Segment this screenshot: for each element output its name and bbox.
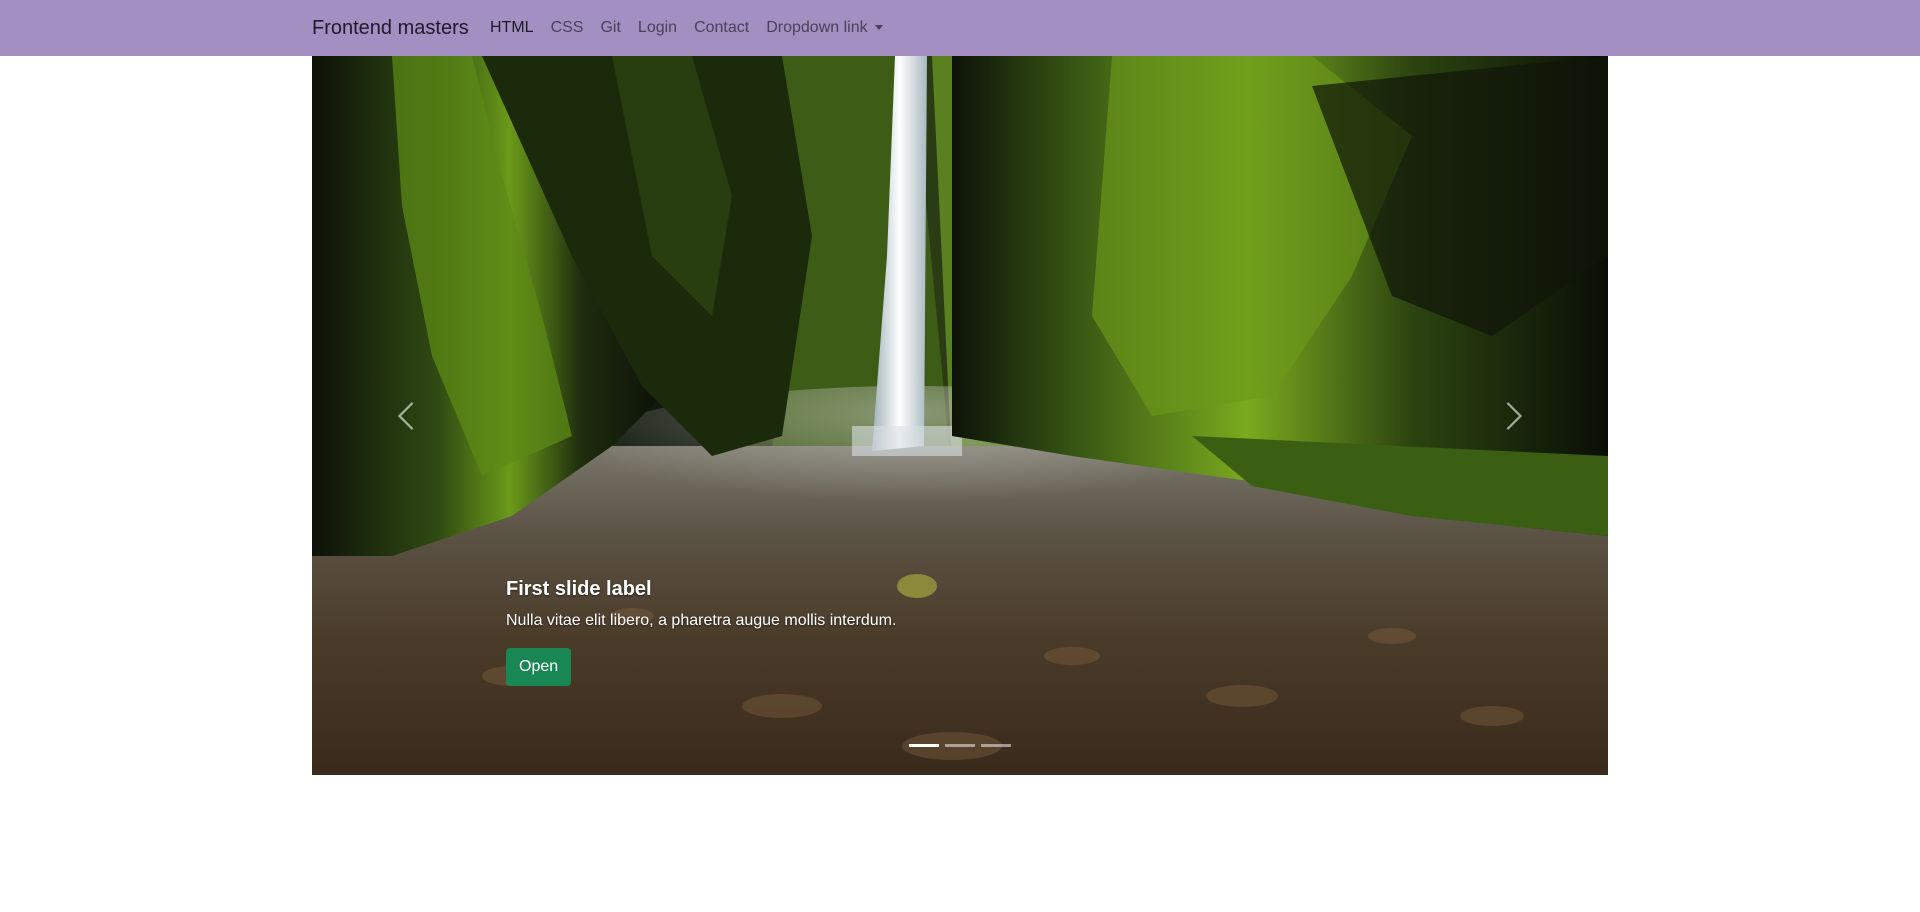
nav-link-git[interactable]: Git	[600, 17, 620, 39]
carousel-next-button[interactable]	[1418, 56, 1608, 775]
carousel-indicators	[909, 744, 1011, 747]
carousel-indicator-1[interactable]	[909, 744, 939, 747]
slide-text: Nulla vitae elit libero, a pharetra augu…	[506, 612, 897, 629]
nav-link-login[interactable]: Login	[638, 17, 677, 39]
open-button[interactable]: Open	[506, 648, 572, 686]
nav-link-css[interactable]: CSS	[551, 17, 584, 39]
slide-caption: First slide label Nulla vitae elit liber…	[506, 576, 896, 686]
chevron-left-icon	[397, 401, 414, 430]
nav-links: HTML CSS Git Login Contact Dropdown link	[490, 17, 900, 39]
carousel-prev-button[interactable]	[312, 56, 502, 775]
brand-link[interactable]: Frontend masters	[312, 15, 469, 41]
dropdown-label: Dropdown link	[766, 19, 868, 36]
carousel: First slide label Nulla vitae elit liber…	[312, 56, 1608, 775]
caret-down-icon	[874, 24, 883, 30]
carousel-indicator-3[interactable]	[981, 744, 1011, 747]
slide-title: First slide label	[506, 578, 652, 600]
dropdown-toggle[interactable]: Dropdown link	[766, 17, 883, 39]
nav-link-html[interactable]: HTML	[490, 17, 534, 39]
nav-link-contact[interactable]: Contact	[694, 17, 749, 39]
carousel-indicator-2[interactable]	[945, 744, 975, 747]
navbar: Frontend masters HTML CSS Git Login Cont…	[0, 0, 1920, 56]
chevron-right-icon	[1506, 401, 1523, 430]
